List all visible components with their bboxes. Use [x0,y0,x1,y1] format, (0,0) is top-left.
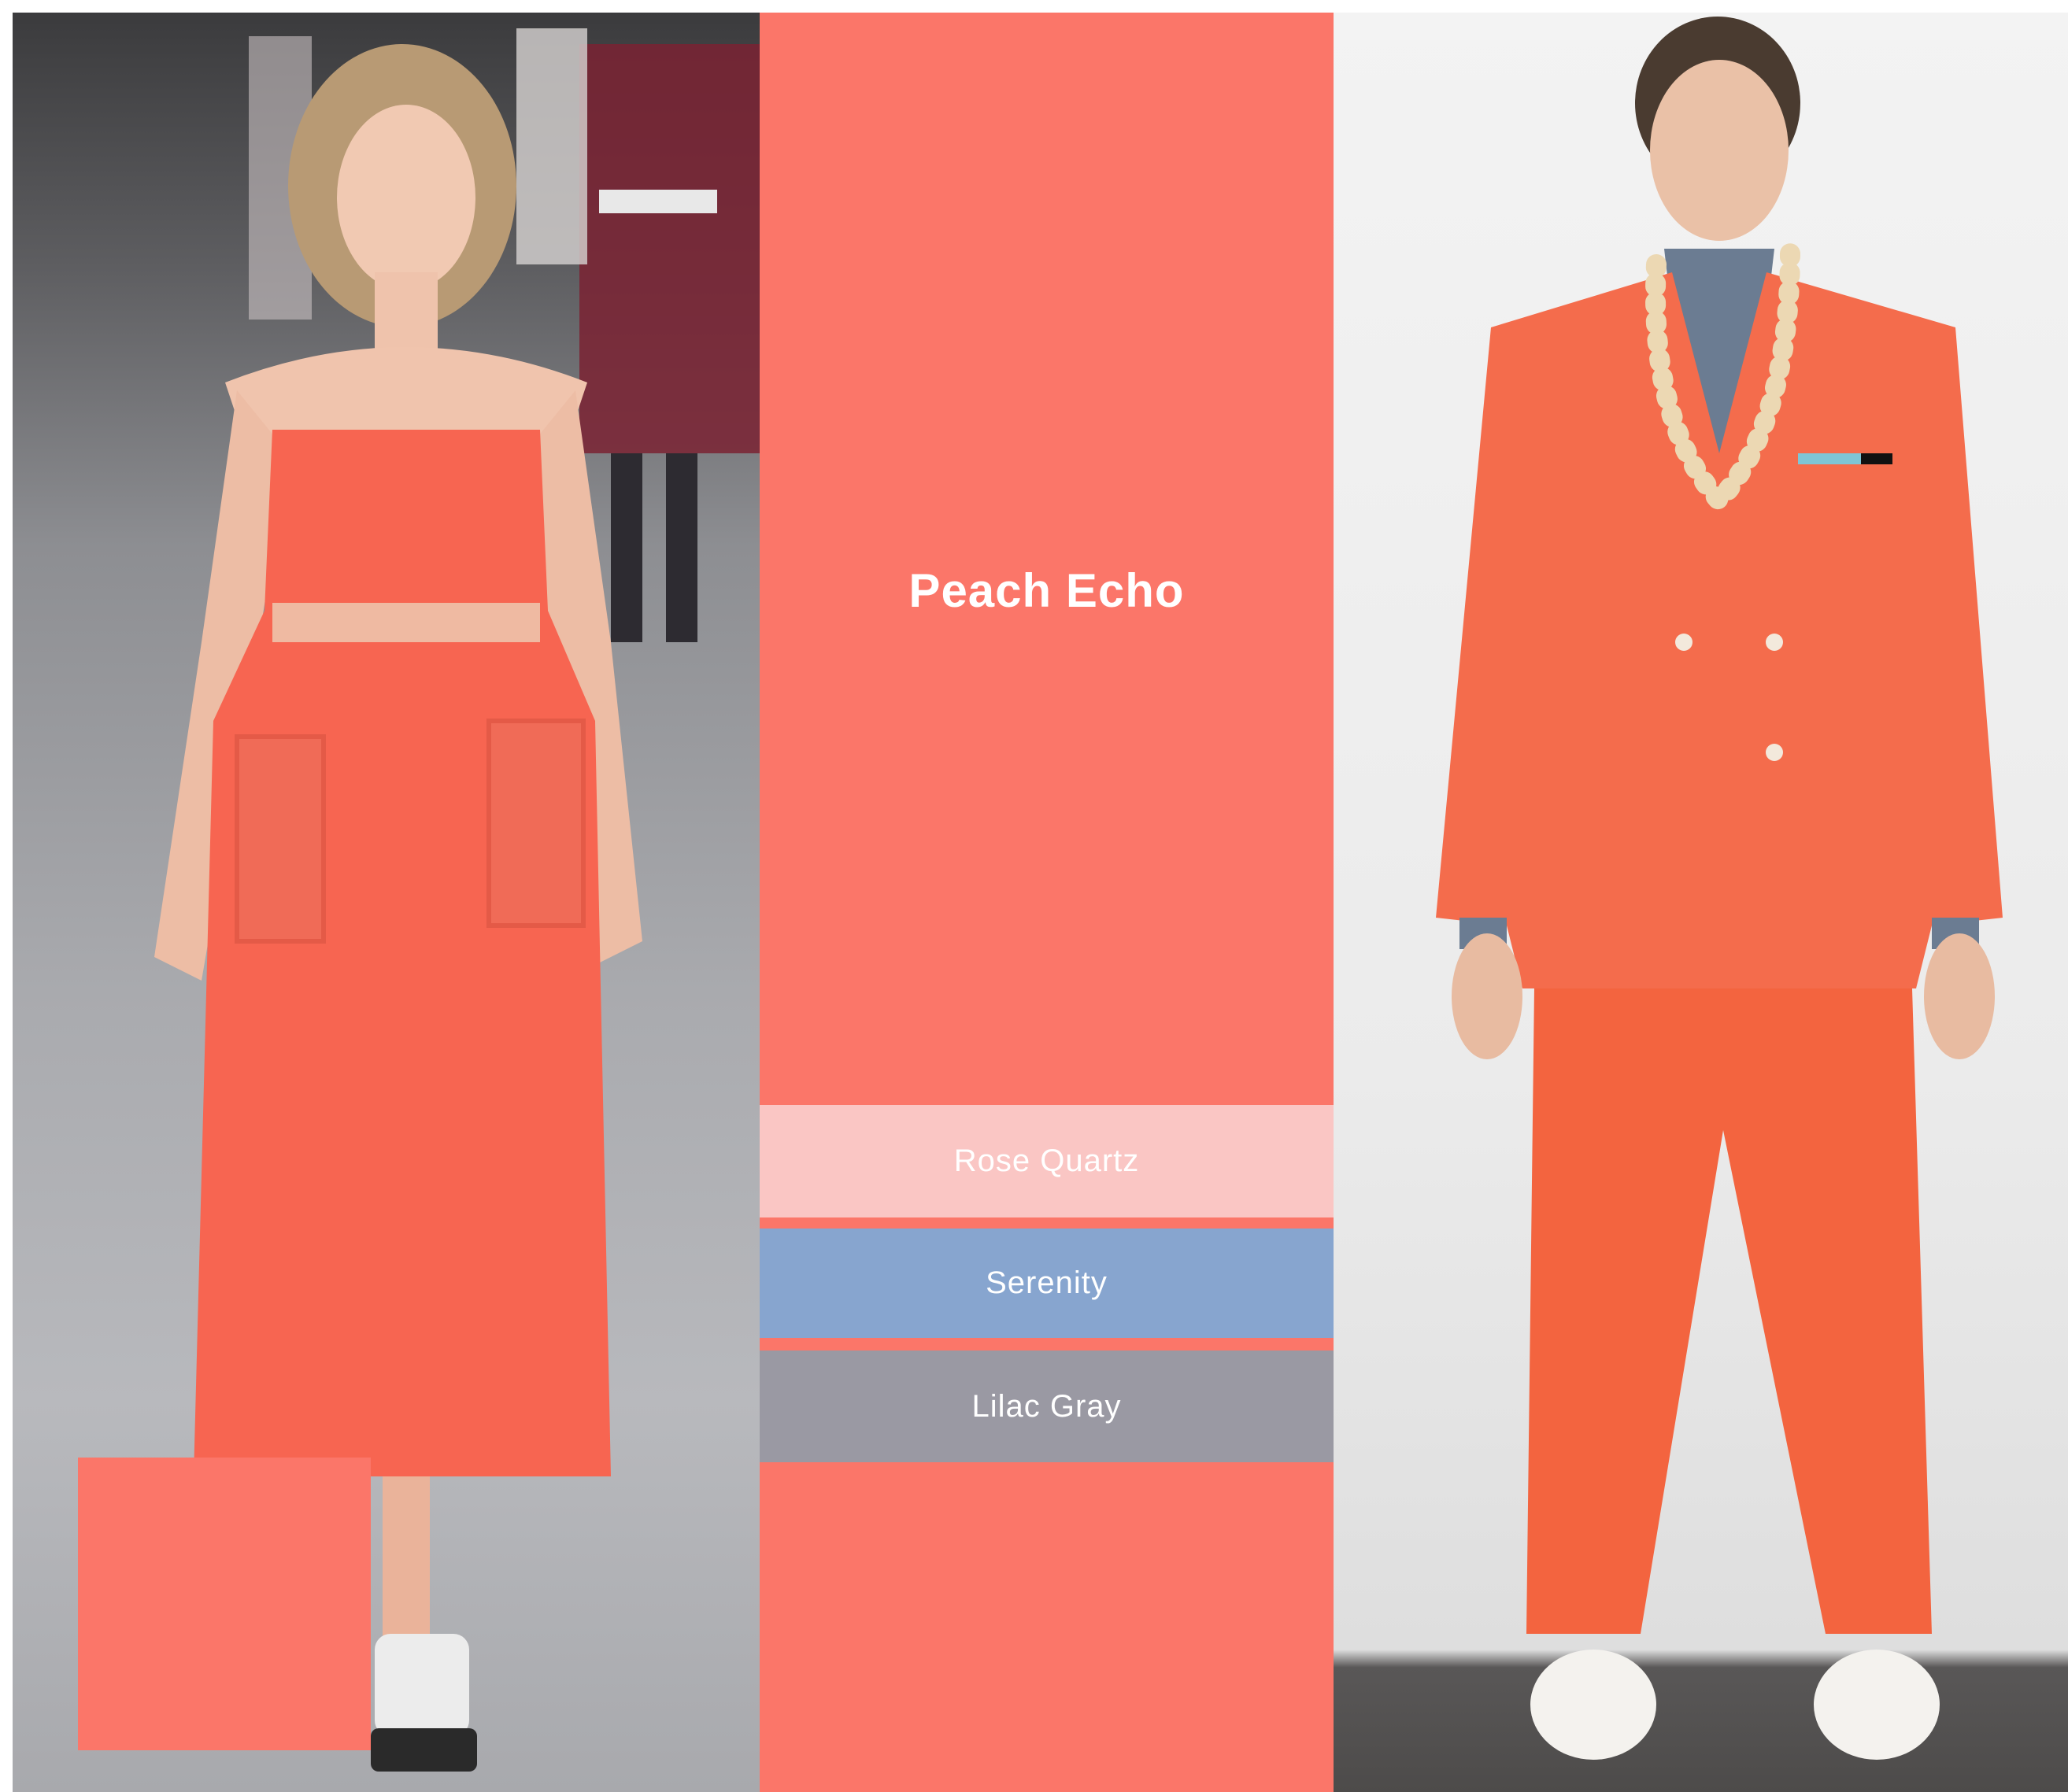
peach-echo-label: Peach Echo [908,564,1185,617]
menswear-suit-illustration [1436,17,2003,1760]
peach-echo-swatch [78,1458,371,1750]
lilac-gray-band: Lilac Gray [760,1350,1334,1462]
peach-echo-band [760,13,1334,1105]
rose-quartz-label: Rose Quartz [953,1144,1140,1178]
lilac-gray-label: Lilac Gray [971,1388,1122,1424]
menswear-suit-photo [1334,13,2068,1792]
band-divider [760,1217,1334,1229]
band-divider [760,1338,1334,1350]
serenity-band: Serenity [760,1229,1334,1338]
serenity-label: Serenity [986,1265,1108,1300]
color-panel: Peach Echo Rose Quartz Serenity Lilac Gr… [760,13,1334,1792]
rose-quartz-band: Rose Quartz [760,1105,1334,1217]
color-palette-board: Peach Echo Rose Quartz Serenity Lilac Gr… [13,13,2068,1792]
peach-echo-band-bottom [760,1462,1334,1792]
